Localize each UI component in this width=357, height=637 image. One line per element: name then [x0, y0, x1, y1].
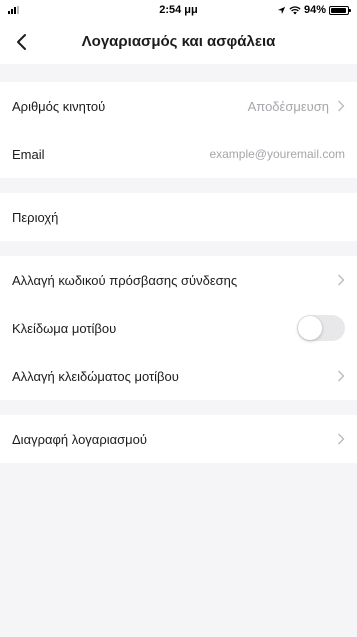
battery-percent: 94% — [303, 4, 326, 16]
toggle-knob — [298, 316, 322, 340]
delete-account-row[interactable]: Διαγραφή λογαριασμού — [0, 415, 357, 463]
chevron-right-icon — [338, 433, 345, 445]
chevron-right-icon — [338, 100, 345, 112]
wifi-icon — [289, 5, 301, 14]
pattern-lock-row: Κλείδωμα μοτίβου — [0, 304, 357, 352]
screen: 2:54 μμ 94% Λογαριασμός και ασφάλεια Αρι… — [0, 0, 357, 637]
status-bar: 2:54 μμ 94% — [0, 0, 357, 20]
email-value: example@youremail.com — [209, 147, 345, 161]
delete-group: Διαγραφή λογαριασμού — [0, 415, 357, 463]
region-group: Περιοχή — [0, 193, 357, 241]
battery-icon — [329, 5, 351, 15]
page-title: Λογαριασμός και ασφάλεια — [81, 33, 276, 50]
delete-account-label: Διαγραφή λογαριασμού — [12, 431, 147, 447]
region-label: Περιοχή — [12, 209, 59, 225]
change-pattern-row[interactable]: Αλλαγή κλειδώματος μοτίβου — [0, 352, 357, 400]
account-group: Αριθμός κινητού Αποδέσμευση Email exampl… — [0, 82, 357, 178]
chevron-right-icon — [338, 274, 345, 286]
email-label: Email — [12, 146, 45, 162]
region-row[interactable]: Περιοχή — [0, 193, 357, 241]
change-password-label: Αλλαγή κωδικού πρόσβασης σύνδεσης — [12, 272, 238, 288]
settings-list: Αριθμός κινητού Αποδέσμευση Email exampl… — [0, 82, 357, 463]
phone-number-value: Αποδέσμευση — [247, 98, 329, 114]
nav-bar: Λογαριασμός και ασφάλεια — [0, 20, 357, 64]
phone-number-row[interactable]: Αριθμός κινητού Αποδέσμευση — [0, 82, 357, 130]
chevron-right-icon — [338, 370, 345, 382]
change-pattern-label: Αλλαγή κλειδώματος μοτίβου — [12, 368, 179, 384]
phone-number-label: Αριθμός κινητού — [12, 98, 106, 114]
pattern-lock-toggle[interactable] — [297, 315, 345, 341]
email-row[interactable]: Email example@youremail.com — [0, 130, 357, 178]
location-icon — [277, 6, 286, 14]
change-password-row[interactable]: Αλλαγή κωδικού πρόσβασης σύνδεσης — [0, 256, 357, 304]
security-group: Αλλαγή κωδικού πρόσβασης σύνδεσης Κλείδω… — [0, 256, 357, 400]
pattern-lock-label: Κλείδωμα μοτίβου — [12, 320, 117, 336]
